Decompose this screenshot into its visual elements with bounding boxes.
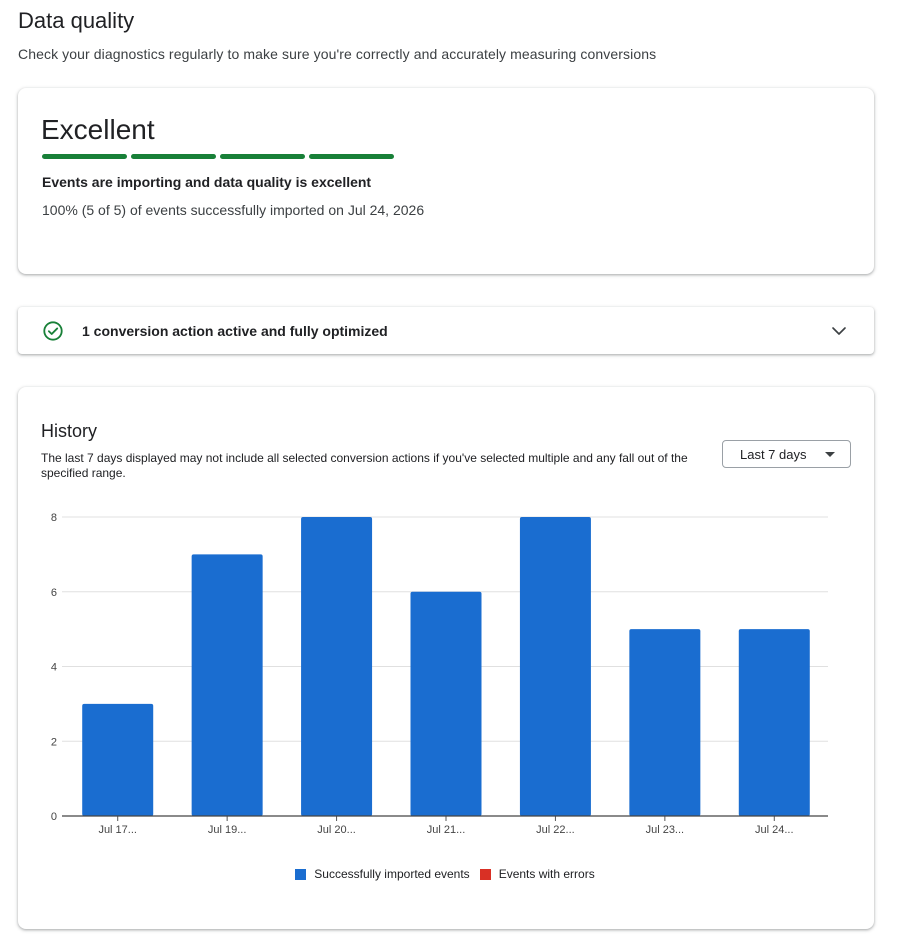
legend-item: Successfully imported events [295,867,470,881]
page-subtitle: Check your diagnostics regularly to make… [18,46,657,62]
chart-bar [191,554,263,816]
date-range-select[interactable]: Last 7 days [722,440,851,468]
conversion-status-text: 1 conversion action active and fully opt… [82,323,388,339]
quality-detail: 100% (5 of 5) of events successfully imp… [42,202,425,218]
check-circle-icon [43,321,63,341]
legend-item: Events with errors [479,867,595,881]
chart-bar [82,703,154,816]
quality-rating-bars [42,154,394,159]
y-tick-label: 2 [51,736,57,748]
y-tick-label: 6 [51,587,57,599]
quality-rating-label: Excellent [41,114,155,145]
x-tick-label: Jul 24... [755,824,794,836]
dropdown-arrow-icon [825,452,835,457]
history-title: History [41,421,98,441]
chart-bar [629,629,701,816]
history-bar-chart: 0 2 4 6 8 Jul 17... Jul 19... Jul 20... Jul 21..… [51,512,828,836]
chart-bar [519,517,591,816]
page-title: Data quality [18,8,135,33]
legend-label: Successfully imported events [314,867,470,881]
x-tick-label: Jul 23... [646,824,685,836]
quality-headline: Events are importing and data quality is… [42,174,372,190]
quality-bar-segment [309,154,394,159]
quality-bar-segment [42,154,127,159]
conversion-status-panel[interactable]: 1 conversion action active and fully opt… [18,307,874,354]
chart-bar [410,591,482,816]
date-range-value: Last 7 days [740,447,807,462]
x-tick-label: Jul 20... [317,824,356,836]
chart-bar [738,629,810,816]
legend-swatch [295,868,307,880]
chart-legend: Successfully imported events Events with … [18,867,874,881]
chart-bar [301,517,373,816]
x-tick-label: Jul 21... [427,824,466,836]
data-quality-card: Excellent Events are importing and data … [18,88,874,274]
x-tick-label: Jul 22... [536,824,575,836]
y-tick-label: 4 [51,662,57,674]
chevron-down-icon[interactable] [830,322,848,340]
legend-label: Events with errors [498,867,595,881]
quality-bar-segment [220,154,305,159]
legend-swatch [479,868,491,880]
x-tick-label: Jul 17... [98,824,137,836]
history-card: History The last 7 days displayed may no… [18,387,874,929]
history-description: The last 7 days displayed may not includ… [41,451,688,480]
y-tick-label: 8 [51,512,57,524]
y-tick-label: 0 [51,811,57,823]
quality-bar-segment [131,154,216,159]
x-tick-label: Jul 19... [208,824,247,836]
